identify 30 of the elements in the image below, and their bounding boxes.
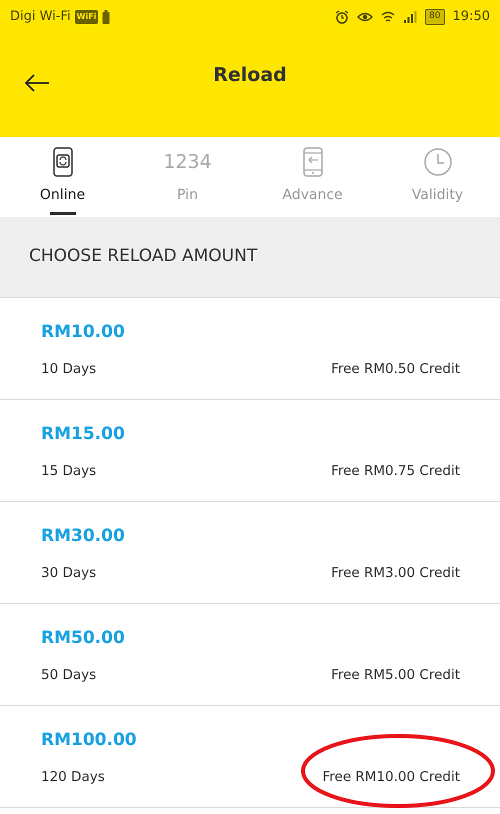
bonus-text: Free RM3.00 Credit [331,564,460,582]
carrier-name: Digi Wi-Fi [10,8,71,26]
validity-text: 30 Days [41,564,96,582]
wifi-badge: WiFi [74,10,98,24]
wifi-icon [381,11,396,23]
bonus-text: Free RM5.00 Credit [331,666,460,684]
plan-amount: RM100.00 [41,729,138,752]
plan-amount: RM30.00 [41,525,126,548]
clock-time: 19:50 [452,8,490,26]
clock-icon [422,147,452,177]
validity-text: 50 Days [41,666,96,684]
page-title: Reload [213,63,287,88]
plan-amount: RM10.00 [41,321,126,344]
pin-digits: 1234 [163,150,212,175]
signal-icon [403,11,418,23]
battery-icon [102,10,110,24]
plan-amount: RM50.00 [41,627,126,650]
battery-level: 80 [425,9,445,25]
bonus-text: Free RM10.00 Credit [322,768,460,786]
bonus-text: Free RM0.75 Credit [331,462,460,480]
alarm-icon [335,10,350,24]
tab[interactable]: Online [0,137,125,217]
plan-amount: RM15.00 [41,423,126,446]
validity-text: 120 Days [41,768,105,786]
section-heading: CHOOSE RELOAD AMOUNT [0,217,500,298]
validity-text: 15 Days [41,462,96,480]
eye-icon [357,11,374,23]
bonus-text: Free RM0.50 Credit [331,360,460,378]
validity-text: 10 Days [41,360,96,378]
phone-sync-icon [50,147,74,177]
